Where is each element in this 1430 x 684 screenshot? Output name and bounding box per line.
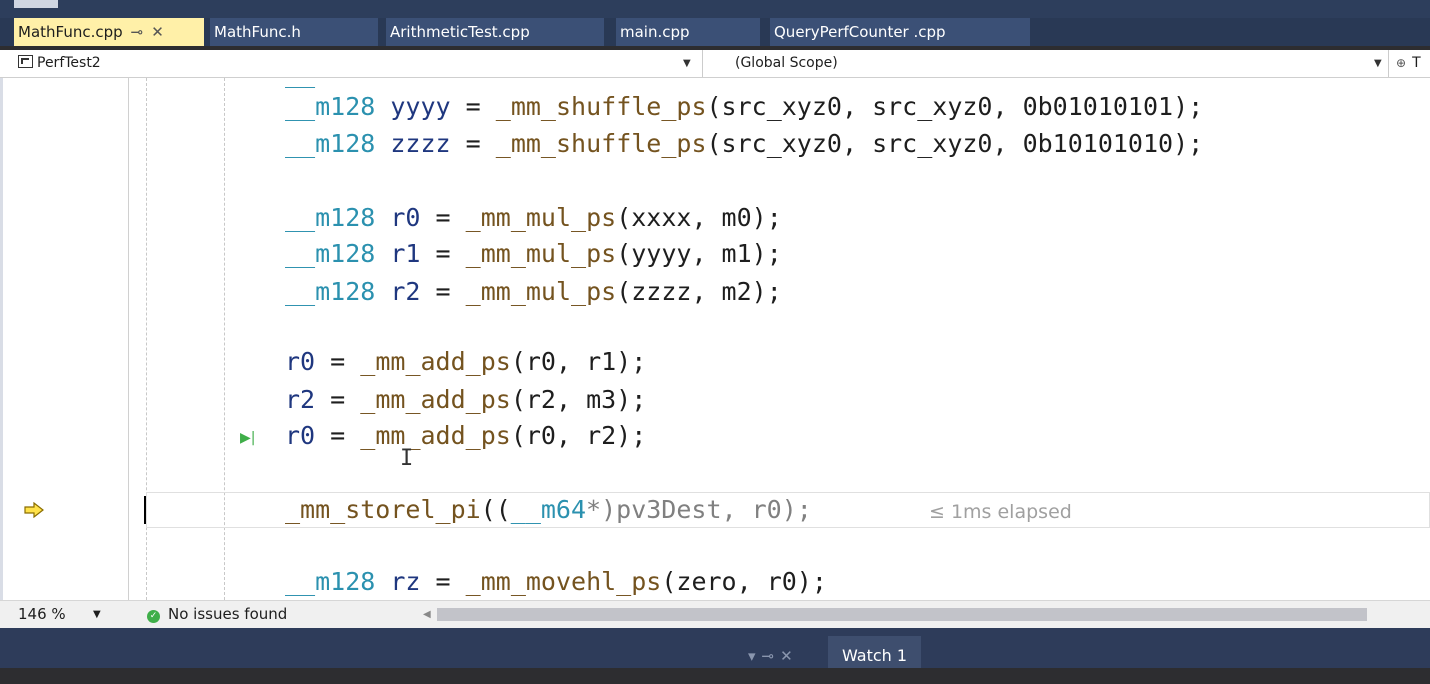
editor-left-edge (0, 78, 3, 600)
watch-tab-label: Watch 1 (842, 646, 908, 665)
code-line: __m128 r0 = _mm_mul_ps(xxxx, m0); (285, 203, 782, 232)
close-icon[interactable]: ✕ (151, 18, 164, 46)
project-dropdown-arrow-icon[interactable]: ▼ (683, 50, 691, 77)
scroll-left-icon[interactable]: ◀ (423, 601, 431, 628)
code-line: r2 = _mm_add_ps(r2, m3); (285, 385, 647, 414)
tab-main-cpp[interactable]: main.cpp (616, 18, 760, 46)
code-line: __m128 rz = _mm_movehl_ps(zero, r0); (285, 567, 827, 596)
project-name: PerfTest2 (37, 55, 101, 71)
tab-label: ArithmeticTest.cpp (390, 23, 530, 41)
code-line: r0 = _mm_add_ps(r0, r2); (285, 421, 647, 450)
code-line: __m128 yyyy = _mm_shuffle_ps(src_xyz0, s… (285, 92, 1204, 121)
scope-dropdown[interactable]: (Global Scope) (735, 50, 1375, 77)
tab-mathfunc-cpp[interactable]: MathFunc.cpp ⊸ ✕ (14, 18, 204, 46)
issues-indicator[interactable]: ✓ No issues found (147, 601, 287, 628)
tab-queryperfcounter-cpp[interactable]: QueryPerfCounter .cpp (770, 18, 1030, 46)
member-icon: ⊕ (1396, 56, 1407, 70)
combo-divider (702, 50, 703, 77)
scope-dropdown-arrow-icon[interactable]: ▼ (1374, 50, 1382, 77)
code-line-current: _mm_storel_pi((__m64*)pv3Dest, r0); (285, 495, 812, 524)
editor-status-bar: 146 % ▼ ✓ No issues found ◀ (0, 600, 1430, 628)
horizontal-scrollbar-thumb[interactable] (437, 608, 1367, 621)
zoom-level[interactable]: 146 % (18, 601, 66, 628)
code-editor[interactable]: __ __m128 yyyy = _mm_shuffle_ps(src_xyz0… (0, 78, 1430, 600)
zoom-dropdown-arrow-icon[interactable]: ▼ (93, 601, 101, 628)
tab-mathfunc-h[interactable]: MathFunc.h (210, 18, 378, 46)
run-to-click-icon[interactable]: ▶| (240, 430, 255, 446)
member-label: T (1412, 55, 1421, 71)
tab-arithmetictest-cpp[interactable]: ArithmeticTest.cpp (386, 18, 604, 46)
code-line: __m128 zzzz = _mm_shuffle_ps(src_xyz0, s… (285, 129, 1204, 158)
text-caret (144, 496, 146, 524)
combo-divider (1388, 50, 1389, 77)
window-controls[interactable]: ▾⊸✕ (748, 628, 799, 684)
document-tab-bar: MathFunc.cpp ⊸ ✕ MathFunc.h ArithmeticTest… (0, 18, 1430, 46)
tab-label: MathFunc.cpp (18, 23, 123, 41)
project-icon (18, 55, 33, 68)
check-circle-icon: ✓ (147, 610, 160, 623)
tab-label: main.cpp (620, 23, 690, 41)
window-top-strip (0, 0, 1430, 18)
instruction-pointer-arrow-icon (24, 502, 44, 518)
member-dropdown[interactable]: ⊕ T (1396, 50, 1430, 77)
pin-icon[interactable]: ⊸ (131, 18, 144, 46)
code-line: __m128 r2 = _mm_mul_ps(zzzz, m2); (285, 277, 782, 306)
top-strip-selection (14, 0, 58, 8)
issues-label: No issues found (168, 605, 288, 623)
mouse-ibeam-cursor-icon: I (400, 446, 414, 471)
navigation-bar: PerfTest2 ▼ (Global Scope) ▼ ⊕ T (0, 50, 1430, 78)
code-line: __m128 r1 = _mm_mul_ps(yyyy, m1); (285, 239, 782, 268)
tab-label: QueryPerfCounter .cpp (774, 23, 946, 41)
gutter-separator (128, 78, 129, 600)
code-line: r0 = _mm_add_ps(r0, r1); (285, 347, 647, 376)
tab-label: MathFunc.h (214, 23, 301, 41)
tab-watch-1[interactable]: Watch 1 (828, 636, 922, 668)
perftip-elapsed[interactable]: ≤ 1ms elapsed (929, 501, 1072, 523)
tool-window-bar: ▾⊸✕ Watch 1 (0, 628, 1430, 668)
project-dropdown[interactable]: PerfTest2 (18, 50, 698, 77)
scope-label: (Global Scope) (735, 55, 838, 71)
